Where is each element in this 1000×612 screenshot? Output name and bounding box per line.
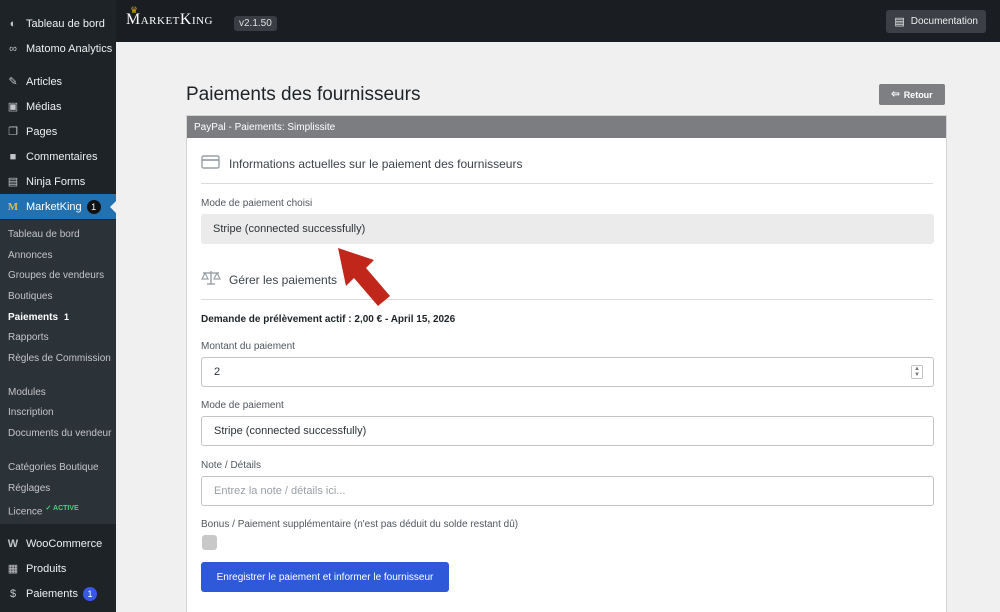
payments-count-badge: 1 bbox=[82, 586, 97, 601]
marketking-logo: ♛ MarketKing bbox=[126, 5, 213, 28]
submenu-item-dashboard[interactable]: Tableau de bord bbox=[8, 228, 112, 241]
payment-method-select[interactable]: Stripe (connected successfully) bbox=[201, 416, 934, 446]
bonus-checkbox[interactable] bbox=[202, 535, 217, 550]
menu-item-comments[interactable]: ■ Commentaires bbox=[0, 144, 116, 169]
annotation-arrow-icon bbox=[338, 248, 390, 306]
marketking-icon: M bbox=[7, 200, 19, 213]
submenu-item-vendor-groups[interactable]: Groupes de vendeurs bbox=[8, 269, 112, 282]
menu-item-medias[interactable]: ▣ Médias bbox=[0, 94, 116, 119]
submenu-item-payments[interactable]: Paiements 1 bbox=[8, 311, 112, 324]
documentation-button[interactable]: ▤ Documentation bbox=[886, 10, 986, 33]
page-title: Paiements des fournisseurs bbox=[186, 84, 421, 105]
marketking-count-badge: 1 bbox=[86, 199, 101, 214]
active-withdrawal-request: Demande de prélèvement actif : 2,00 € - … bbox=[201, 314, 456, 325]
submenu-item-reports[interactable]: Rapports bbox=[8, 331, 112, 344]
amount-input[interactable]: 2 ▲ ▼ bbox=[201, 357, 934, 387]
woo-icon: W bbox=[7, 537, 19, 550]
active-menu-arrow-icon bbox=[110, 201, 116, 213]
dashboard-icon: ◐ bbox=[9, 17, 17, 30]
payments-icon: $ bbox=[9, 587, 17, 600]
comment-icon: ■ bbox=[9, 150, 17, 163]
section-manage-payments: Gérer les paiements bbox=[201, 270, 337, 289]
pin-icon: ✎ bbox=[8, 76, 18, 88]
submenu-item-announcements[interactable]: Annonces bbox=[8, 249, 112, 262]
chosen-method-value: Stripe (connected successfully) bbox=[201, 214, 934, 244]
submenu-item-store-categories[interactable]: Catégories Boutique bbox=[8, 461, 112, 474]
note-input[interactable]: Entrez la note / détails ici... bbox=[201, 476, 934, 506]
divider bbox=[201, 299, 933, 300]
marketking-topbar: ♛ MarketKing v2.1.50 ▤ Documentation bbox=[116, 0, 1000, 42]
submenu-item-settings[interactable]: Réglages bbox=[8, 482, 112, 495]
payment-method-label: Mode de paiement bbox=[201, 400, 284, 411]
submenu-item-vendor-documents[interactable]: Documents du vendeur bbox=[8, 427, 112, 440]
products-icon: ▦ bbox=[7, 563, 19, 575]
save-payment-button[interactable]: Enregistrer le paiement et informer le f… bbox=[201, 562, 449, 592]
balance-scale-icon bbox=[201, 270, 221, 289]
chosen-method-label: Mode de paiement choisi bbox=[201, 198, 313, 209]
payment-panel: PayPal - Paiements: Simplissite Informat… bbox=[186, 115, 947, 612]
admin-sidebar: ◐ Tableau de bord ∞ Matomo Analytics ✎ A… bbox=[0, 0, 116, 612]
license-active-badge: ✓ ACTIVE bbox=[45, 505, 79, 512]
number-spinner-icon[interactable]: ▲ ▼ bbox=[911, 365, 923, 379]
note-label: Note / Détails bbox=[201, 460, 262, 471]
menu-item-articles[interactable]: ✎ Articles bbox=[0, 69, 116, 94]
menu-item-marketking[interactable]: M MarketKing 1 bbox=[0, 194, 116, 219]
back-button[interactable]: ⇦ Retour bbox=[879, 84, 945, 105]
submenu-item-stores[interactable]: Boutiques bbox=[8, 290, 112, 303]
media-icon: ▣ bbox=[7, 101, 19, 113]
amount-label: Montant du paiement bbox=[201, 341, 295, 352]
submenu-item-commission-rules[interactable]: Règles de Commission bbox=[8, 352, 112, 365]
submenu-item-registration[interactable]: Inscription bbox=[8, 406, 112, 419]
bonus-label: Bonus / Paiement supplémentaire (n'est p… bbox=[201, 519, 519, 530]
menu-item-matomo[interactable]: ∞ Matomo Analytics bbox=[0, 36, 116, 61]
payments-submenu-count: 1 bbox=[64, 312, 70, 322]
section-current-payment-info: Informations actuelles sur le paiement d… bbox=[201, 154, 522, 173]
arrow-left-icon: ⇦ bbox=[891, 89, 900, 100]
document-icon: ▤ bbox=[894, 16, 905, 28]
menu-item-dashboard[interactable]: ◐ Tableau de bord bbox=[0, 11, 116, 36]
menu-item-products[interactable]: ▦ Produits bbox=[0, 556, 116, 581]
submenu-item-license[interactable]: Licence ✓ ACTIVE bbox=[8, 502, 112, 518]
menu-item-woocommerce[interactable]: W WooCommerce bbox=[0, 531, 116, 556]
analytics-icon: ∞ bbox=[9, 42, 17, 55]
menu-item-ninja-forms[interactable]: ▤ Ninja Forms bbox=[0, 169, 116, 194]
menu-item-pages[interactable]: ❐ Pages bbox=[0, 119, 116, 144]
form-icon: ▤ bbox=[7, 176, 19, 188]
version-badge: v2.1.50 bbox=[234, 16, 277, 31]
panel-header: PayPal - Paiements: Simplissite bbox=[187, 116, 946, 138]
marketking-submenu: Tableau de bord Annonces Groupes de vend… bbox=[0, 220, 116, 524]
crown-icon: ♛ bbox=[130, 5, 139, 15]
credit-card-icon bbox=[201, 154, 221, 173]
divider bbox=[201, 183, 933, 184]
menu-item-payments[interactable]: $ Paiements 1 bbox=[0, 581, 116, 606]
submenu-item-modules[interactable]: Modules bbox=[8, 386, 112, 399]
pages-icon: ❐ bbox=[8, 126, 18, 138]
